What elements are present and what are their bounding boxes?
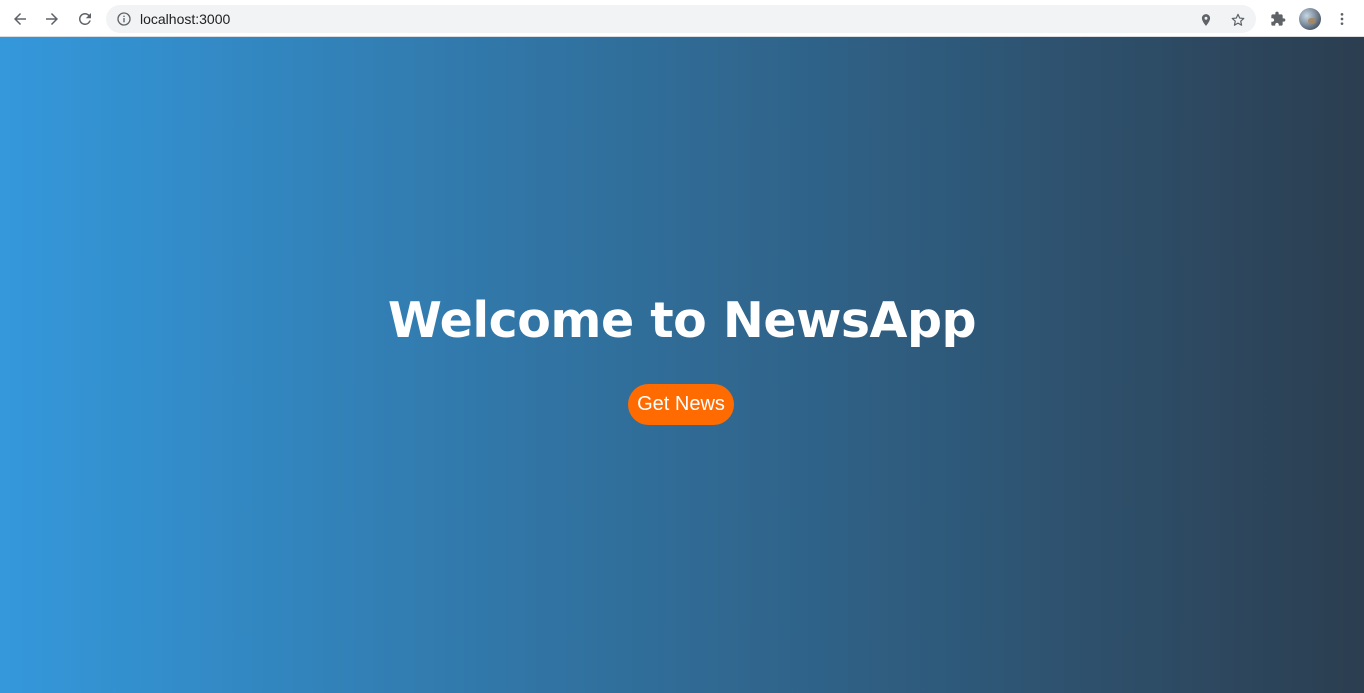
location-pin-icon (1201, 14, 1211, 26)
reload-icon (79, 12, 91, 25)
arrow-right-icon (46, 13, 58, 25)
address-bar[interactable]: localhost:3000 (106, 5, 1256, 33)
info-icon[interactable] (116, 11, 132, 27)
extensions-button[interactable] (1267, 8, 1289, 30)
avatar[interactable] (1299, 8, 1321, 30)
reload-button[interactable] (73, 7, 97, 31)
get-news-button[interactable]: Get News (628, 384, 734, 425)
kebab-menu-icon (1340, 13, 1344, 25)
star-icon (1231, 13, 1245, 26)
back-button[interactable] (8, 7, 32, 31)
page-content: Welcome to NewsApp Get News (0, 37, 1364, 693)
forward-button[interactable] (40, 7, 64, 31)
url-text[interactable]: localhost:3000 (140, 11, 230, 27)
browser-toolbar: localhost:3000 (0, 0, 1364, 37)
avatar-image (1308, 18, 1316, 24)
menu-button[interactable] (1331, 8, 1353, 30)
puzzle-icon (1271, 11, 1286, 26)
page-title: Welcome to NewsApp (387, 292, 977, 349)
location-button[interactable] (1197, 11, 1215, 29)
bookmark-button[interactable] (1229, 11, 1247, 29)
arrow-left-icon (14, 13, 26, 25)
